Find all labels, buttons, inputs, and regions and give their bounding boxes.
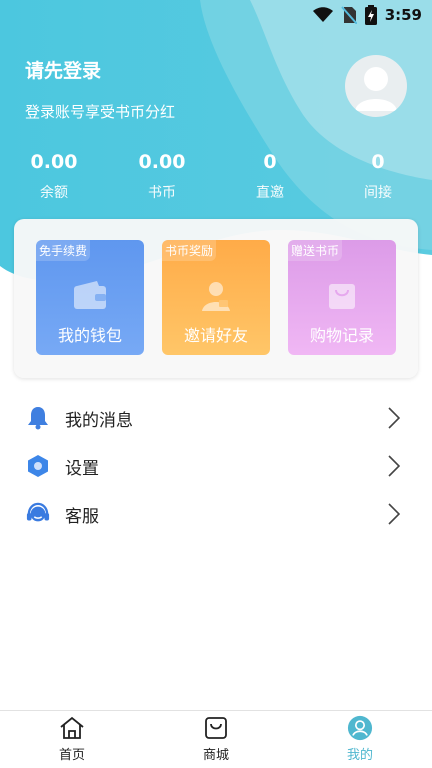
stat-value: 0 (263, 151, 277, 173)
avatar[interactable] (345, 55, 407, 117)
status-time: 3:59 (384, 6, 422, 24)
feature-card-panel: 免手续费 我的钱包 书币奖励 邀请好友 赠送书币 购物记录 (14, 219, 418, 378)
stat-label: 直邀 (256, 185, 284, 201)
stat-coins[interactable]: 0.00 书币 (108, 148, 216, 202)
stat-value: 0 (371, 151, 385, 173)
hexagon-settings-icon (26, 454, 50, 478)
battery-icon (364, 5, 377, 25)
stat-label: 间接 (364, 185, 392, 201)
bottom-navigation: 首页 商城 我的 (0, 710, 432, 768)
stat-balance[interactable]: 0.00 余额 (0, 148, 108, 202)
invite-user-icon (200, 280, 232, 316)
bell-icon (26, 406, 50, 430)
shopping-bag-icon (327, 280, 357, 314)
stat-indirect-invites[interactable]: 0 间接 (324, 148, 432, 202)
tile-label: 邀请好友 (183, 326, 248, 345)
shopping-history-tile[interactable]: 赠送书币 购物记录 (288, 240, 396, 355)
menu-item-settings[interactable]: 设置 (0, 442, 432, 490)
wallet-tile[interactable]: 免手续费 我的钱包 (36, 240, 144, 355)
nav-tab-home[interactable]: 首页 (0, 711, 144, 768)
nav-label: 商城 (202, 748, 229, 763)
settings-menu: 我的消息 设置 客服 (0, 394, 432, 538)
stat-direct-invites[interactable]: 0 直邀 (216, 148, 324, 202)
no-sim-icon (340, 6, 357, 24)
wifi-icon (312, 7, 333, 23)
menu-item-customer-service[interactable]: 客服 (0, 490, 432, 538)
nav-tab-shop[interactable]: 商城 (144, 711, 288, 768)
menu-label: 我的消息 (65, 410, 133, 431)
tile-label: 购物记录 (309, 326, 374, 345)
menu-label: 设置 (65, 458, 99, 479)
shop-bag-icon (203, 715, 229, 741)
user-icon (347, 715, 373, 741)
tile-label: 我的钱包 (57, 326, 122, 345)
invite-friends-tile[interactable]: 书币奖励 邀请好友 (162, 240, 270, 355)
account-stats: 0.00 余额 0.00 书币 0 直邀 0 间接 (0, 148, 432, 202)
chevron-right-icon (388, 455, 401, 481)
chevron-right-icon (388, 407, 401, 433)
chevron-right-icon (388, 503, 401, 529)
nav-tab-mine[interactable]: 我的 (288, 711, 432, 768)
wallet-icon (73, 280, 107, 314)
tile-badge: 免手续费 (36, 240, 91, 261)
tile-badge: 赠送书币 (288, 240, 343, 261)
home-icon (59, 715, 85, 741)
login-subtitle: 登录账号享受书币分红 (25, 103, 176, 121)
menu-label: 客服 (65, 506, 99, 527)
stat-label: 余额 (40, 185, 68, 201)
tile-badge: 书币奖励 (162, 240, 217, 261)
stat-label: 书币 (148, 185, 176, 201)
default-user-icon (355, 67, 397, 111)
status-bar: 3:59 (312, 4, 422, 26)
stat-value: 0.00 (138, 151, 186, 173)
nav-label: 首页 (58, 748, 85, 763)
stat-value: 0.00 (30, 151, 78, 173)
menu-item-messages[interactable]: 我的消息 (0, 394, 432, 442)
login-prompt[interactable]: 请先登录 (25, 56, 101, 83)
nav-label: 我的 (346, 748, 373, 763)
headset-icon (26, 502, 50, 526)
